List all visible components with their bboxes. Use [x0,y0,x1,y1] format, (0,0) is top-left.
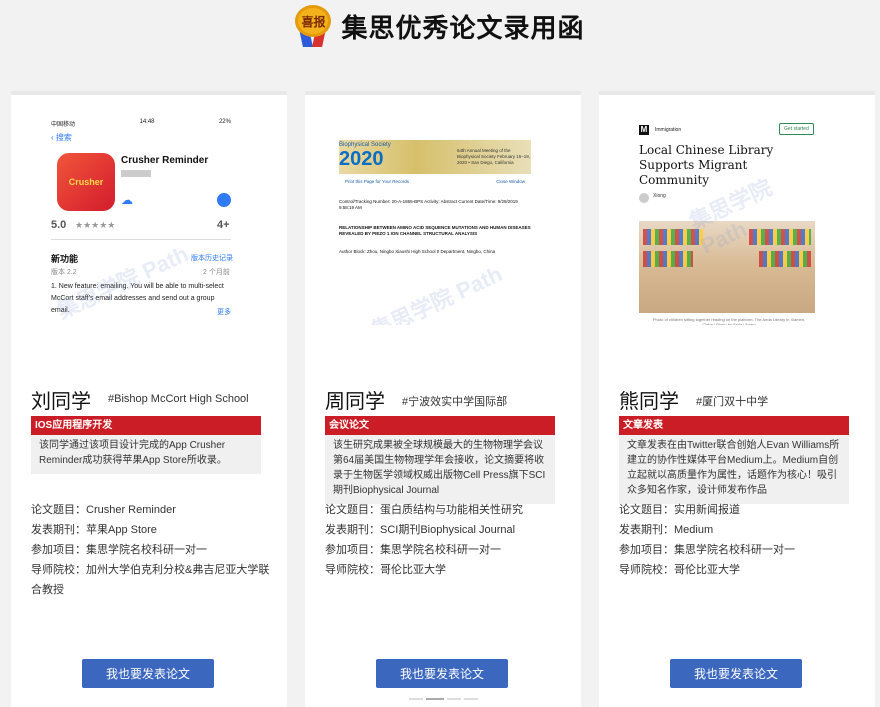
paper-title: 论文题目：蛋白质结构与功能相关性研究 [325,504,523,516]
version-date: 2 个月前 [203,269,230,276]
new-features-heading: 新功能 [51,254,79,264]
carousel-dot[interactable] [409,698,423,700]
award-badge-icon: 喜报 [295,3,332,49]
program: 参加项目：集思学院名校科研一对一 [31,544,207,556]
student-name: 熊同学 [619,391,679,413]
student-name: 刘同学 [31,391,91,413]
more-link: 更多 [217,309,231,316]
program: 参加项目：集思学院名校科研一对一 [619,544,795,556]
student-school: #Bishop McCort High School [108,393,249,405]
program: 参加项目：集思学院名校科研一对一 [325,544,501,556]
paper-title: 论文题目：Crusher Reminder [31,504,176,516]
paper-info: 论文题目：实用新闻报道 发表期刊：Medium 参加项目：集思学院名校科研一对一… [619,500,859,580]
page-header: 喜报 集思优秀论文录用函 [0,0,880,52]
app-rating: 5.0 [51,219,67,231]
medium-article-screenshot: M Immigration Get started Local Chinese … [629,115,829,325]
student-card: Biophysical Society 2020 64th Annual Mee… [305,91,581,707]
carousel-dot[interactable] [447,698,461,700]
student-school: #宁波效实中学国际部 [402,396,508,408]
app-icon: Crusher [57,153,115,211]
app-store-screenshot: 中国移动 14:48 22% ‹ 搜索 Crusher Crusher Remi… [41,115,241,325]
category-label: IOS应用程序开发 [31,416,261,435]
author-avatar [639,193,649,203]
mentor-school: 导师院校：哥伦比亚大学 [619,564,740,576]
app-name: Crusher Reminder [121,155,209,166]
journal: 发表期刊：SCI期刊Biophysical Journal [325,524,516,536]
achievement-summary: 文章发表在由Twitter联合创始人Evan Williams所建立的协作性媒体… [619,435,849,504]
carousel-dot[interactable] [464,698,478,700]
paper-info: 论文题目：蛋白质结构与功能相关性研究 发表期刊：SCI期刊Biophysical… [325,500,565,580]
publish-paper-button[interactable]: 我也要发表论文 [670,659,802,688]
version-label: 版本 2.2 [51,269,77,276]
achievement-summary: 该同学通过该项目设计完成的App Crusher Reminder成功获得苹果A… [31,435,261,474]
journal: 发表期刊：Medium [619,524,714,536]
library-photo [639,221,815,313]
cloud-download-icon: ☁ [121,193,133,207]
publish-paper-button[interactable]: 我也要发表论文 [82,659,214,688]
mentor-school: 导师院校：哥伦比亚大学 [325,564,446,576]
more-options-icon [217,193,231,207]
conference-abstract-screenshot: Biophysical Society 2020 64th Annual Mee… [335,115,535,325]
student-card: M Immigration Get started Local Chinese … [599,91,875,707]
page-title: 集思优秀论文录用函 [341,12,585,43]
carousel-pagination[interactable] [409,698,478,700]
category-label: 文章发表 [619,416,849,435]
student-card: 中国移动 14:48 22% ‹ 搜索 Crusher Crusher Remi… [11,91,287,707]
article-title: Local Chinese Library Supports Migrant C… [639,143,774,187]
back-link: ‹ 搜索 [51,133,72,142]
star-icons: ★★★★★ [75,220,116,230]
get-started-button: Get started [779,123,814,135]
student-name: 周同学 [325,391,385,413]
version-history-link: 版本历史记录 [191,255,233,262]
carousel-dot-active[interactable] [426,698,444,700]
category-label: 会议论文 [325,416,555,435]
achievement-summary: 该生研究成果被全球规模最大的生物物理学会议第64届美国生物物理学年会接收，论文摘… [325,435,555,504]
mentor-school: 导师院校：加州大学伯克利分校&弗吉尼亚大学联合教授 [31,564,270,596]
medium-logo: M [639,125,649,135]
journal: 发表期刊：苹果App Store [31,524,157,536]
student-school: #厦门双十中学 [696,396,769,408]
paper-info: 论文题目：Crusher Reminder 发表期刊：苹果App Store 参… [31,500,271,600]
age-rating: 4+ [217,219,230,231]
paper-title: 论文题目：实用新闻报道 [619,504,740,516]
release-notes: 1. New feature: emailing. You will be ab… [51,283,224,314]
publish-paper-button[interactable]: 我也要发表论文 [376,659,508,688]
